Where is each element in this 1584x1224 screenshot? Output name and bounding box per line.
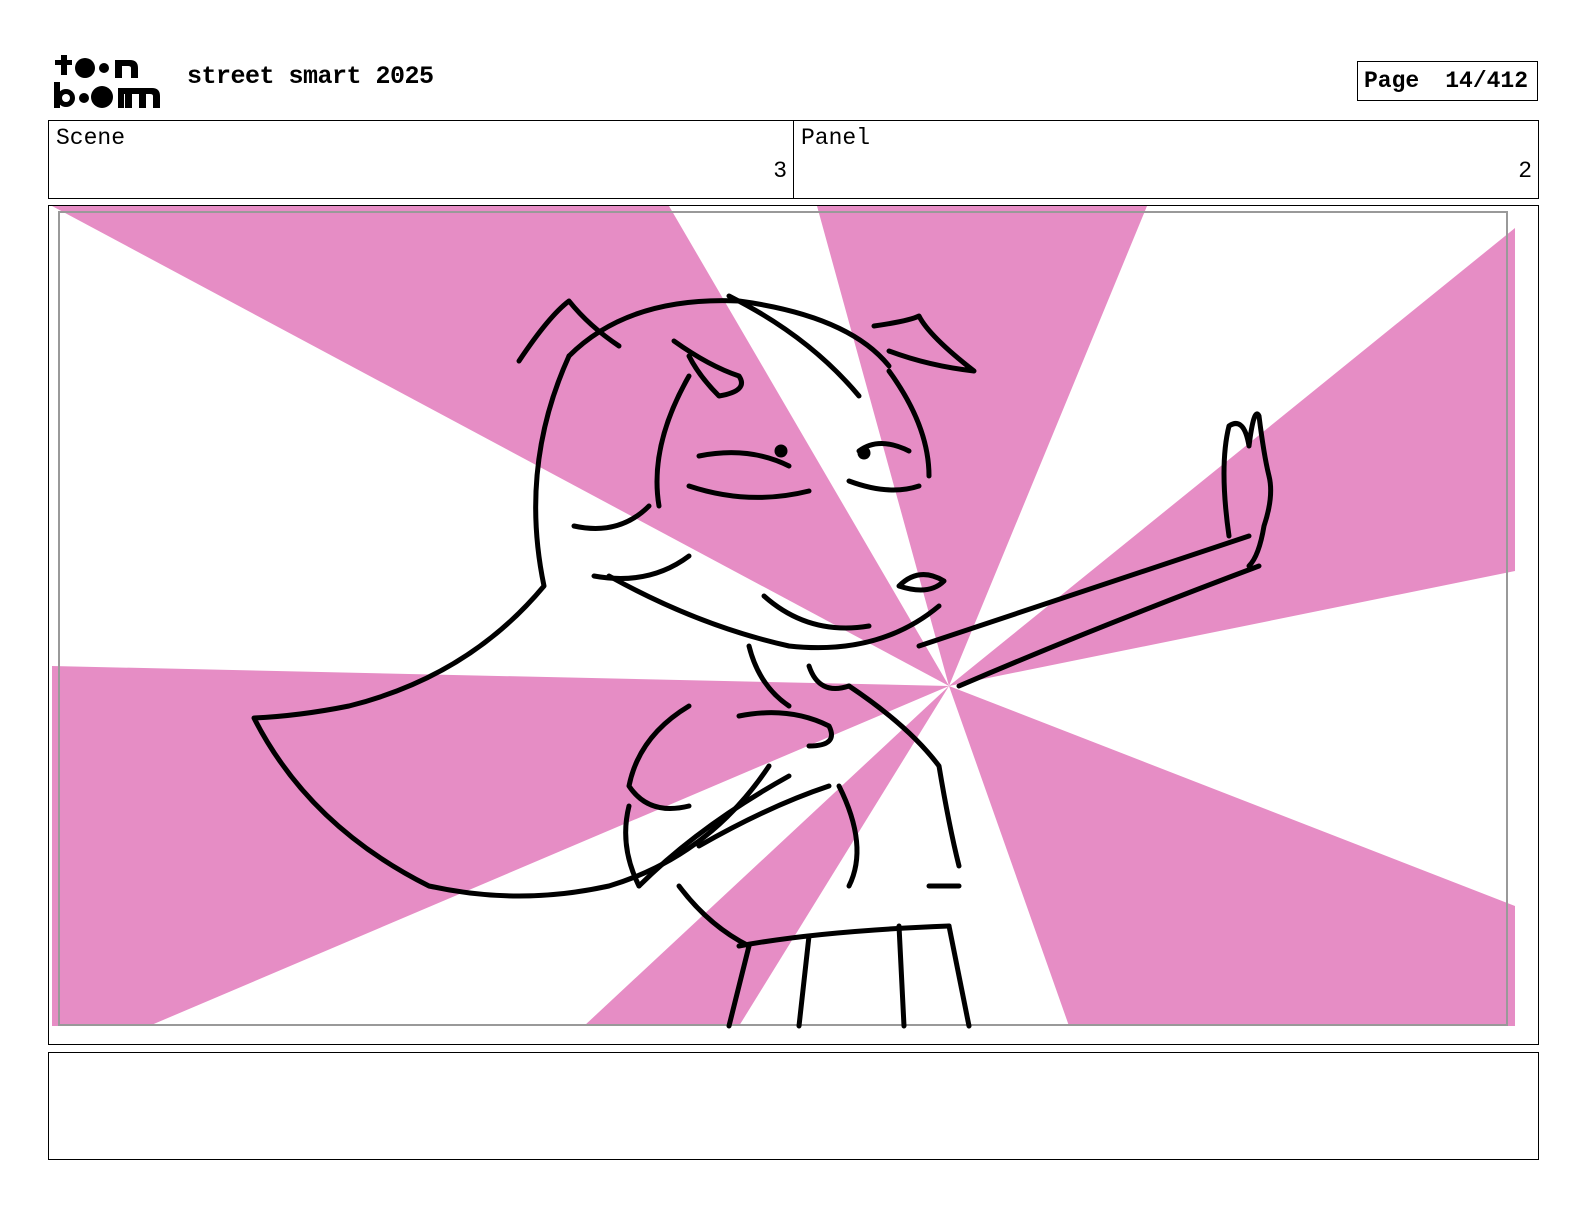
- scene-label: Scene: [56, 125, 126, 151]
- panel-notes-box: [48, 1052, 1539, 1160]
- page-indicator: Page 14/412: [1357, 61, 1538, 101]
- page-number: 14/412: [1445, 68, 1529, 94]
- scene-cell: Scene 3: [49, 121, 793, 198]
- project-title: street smart 2025: [187, 62, 434, 91]
- scene-panel-info: Scene 3 Panel 2: [48, 120, 1539, 199]
- toon-boom-logo: [52, 52, 164, 110]
- panel-drawing: [49, 206, 1538, 1044]
- panel-cell: Panel 2: [793, 121, 1538, 198]
- page-label: Page: [1364, 68, 1420, 94]
- panel-value: 2: [1518, 158, 1532, 184]
- scene-value: 3: [773, 158, 787, 184]
- storyboard-panel: [48, 205, 1539, 1045]
- panel-label: Panel: [801, 125, 871, 151]
